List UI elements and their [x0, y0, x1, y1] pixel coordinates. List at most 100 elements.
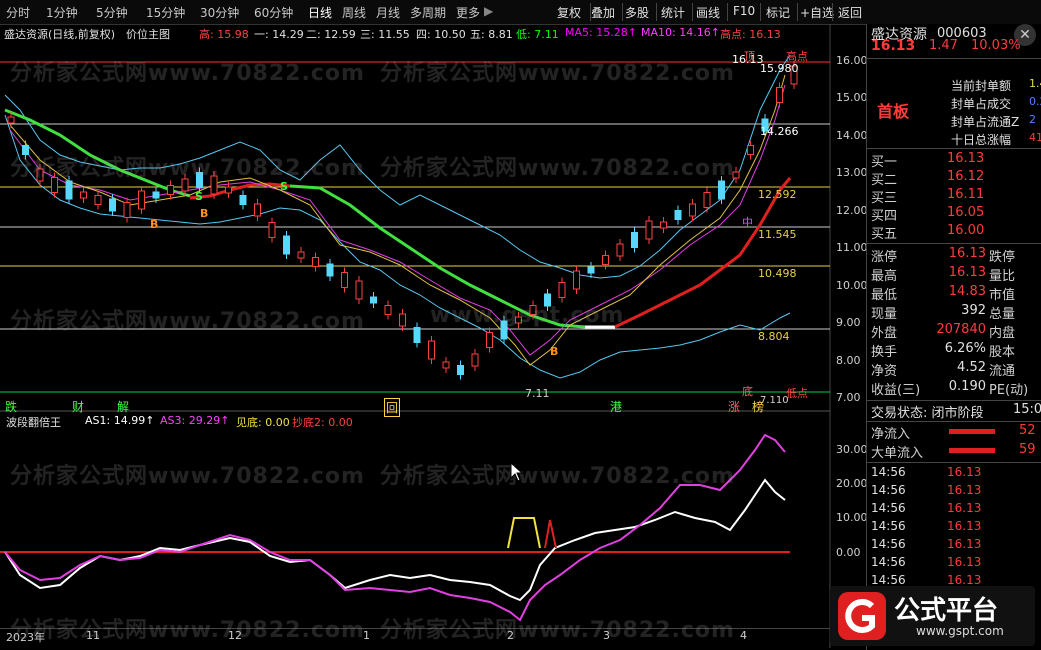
f10-button[interactable]: F10 [733, 4, 755, 18]
period-60min[interactable]: 60分钟 [254, 4, 293, 21]
candle [457, 365, 464, 375]
inflow-label: 净流入 [871, 427, 911, 442]
board-label: 首板 [877, 102, 910, 121]
period-fenshi[interactable]: 分时 [6, 4, 30, 21]
watermark: www.gspt.com [430, 303, 625, 328]
price-tick: 7.00 [836, 391, 861, 404]
add-watchlist-button[interactable]: +自选 [800, 4, 834, 21]
candle [312, 257, 319, 267]
price-tick: 13.00 [836, 166, 868, 179]
gspt-logo: 公式平台 www.gspt.com [830, 586, 1035, 646]
period-monthly[interactable]: 月线 [376, 4, 400, 21]
candle [297, 251, 305, 259]
diejia-button[interactable]: 叠加 [591, 4, 615, 21]
candle [355, 280, 363, 300]
x-tick: 4 [740, 629, 747, 642]
candle [123, 202, 131, 218]
candle [602, 255, 609, 265]
stat-label: 净资 [871, 364, 898, 379]
watermark: 分析家公式网www.70822.com [10, 309, 365, 334]
more-arrow-icon[interactable]: ▶ [484, 4, 493, 18]
price-tick: 8.00 [836, 354, 861, 367]
seal-val: 0.2 [1029, 95, 1041, 108]
candle [370, 296, 377, 304]
quote-panel: 盛达资源 000603 ✕ 16.13 1.47 10.03% 首板 当前封单额… [866, 24, 1041, 650]
candle [399, 313, 406, 327]
candle [283, 235, 290, 255]
period-multi[interactable]: 多周期 [410, 4, 446, 21]
logo-text: 公式平台 [894, 596, 999, 626]
price-tick: 11.00 [836, 241, 868, 254]
candle [718, 180, 725, 200]
stat-value: 207840 [936, 322, 986, 337]
huaxian-button[interactable]: 画线 [696, 4, 720, 21]
level-label-one: 14.266 [760, 125, 799, 138]
fuquan-button[interactable]: 复权 [557, 4, 581, 21]
tag-zhang[interactable]: 涨 [728, 398, 740, 415]
candle [442, 361, 450, 369]
period-daily[interactable]: 日线 [308, 4, 332, 21]
tick-time: 14:56 [871, 501, 906, 515]
tag-die[interactable]: 跌 [5, 398, 17, 415]
tick-price: 16.13 [947, 519, 982, 533]
tick-price: 16.13 [947, 537, 982, 551]
period-more[interactable]: 更多 [456, 4, 480, 21]
candle [326, 263, 334, 277]
candle [341, 272, 348, 288]
candle [268, 222, 276, 238]
tick-time: 14:56 [871, 555, 906, 569]
separator [622, 3, 623, 21]
sell-marker: S [195, 190, 203, 203]
stat-label-2: 流通 [989, 364, 1016, 379]
tag-cai[interactable]: 财 [72, 398, 84, 415]
seal-row: 封单占成交 [951, 97, 1012, 111]
stat-label: 最低 [871, 288, 898, 303]
period-5min[interactable]: 5分钟 [96, 4, 128, 21]
stat-label-2: 跌停 [989, 250, 1016, 265]
tick-price: 16.13 [947, 465, 982, 479]
tag-gang[interactable]: 港 [610, 398, 622, 415]
buy-marker: B [150, 218, 159, 231]
stat-label-2: 内盘 [989, 326, 1016, 341]
stat-row: 最高 16.13 量比 [867, 265, 1041, 285]
price-pct: 10.03% [971, 38, 1021, 53]
separator [797, 3, 798, 21]
period-30min[interactable]: 30分钟 [200, 4, 239, 21]
separator [832, 3, 833, 21]
stat-label: 现量 [871, 307, 898, 322]
order-price: 16.00 [947, 223, 985, 238]
biaoji-button[interactable]: 标记 [766, 4, 790, 21]
seal-val: 2 [1029, 113, 1036, 126]
candle [703, 192, 711, 208]
candle [776, 87, 783, 103]
stat-label-2: 量比 [989, 269, 1016, 284]
stat-label: 换手 [871, 345, 898, 360]
period-15min[interactable]: 15分钟 [146, 4, 185, 21]
period-1min[interactable]: 1分钟 [46, 4, 78, 21]
tongji-button[interactable]: 统计 [661, 4, 685, 21]
period-weekly[interactable]: 周线 [342, 4, 366, 21]
tick-row: 14:56 16.13 [867, 465, 1041, 483]
back-button[interactable]: 返回 [838, 4, 862, 21]
kline-chart[interactable] [0, 24, 865, 649]
tag-bang[interactable]: 榜 [752, 398, 764, 415]
candle [660, 221, 667, 229]
order-row[interactable]: 买五 16.00 [867, 223, 1041, 243]
tick-row: 14:56 16.13 [867, 519, 1041, 537]
duogu-button[interactable]: 多股 [625, 4, 649, 21]
tag-hui[interactable]: 回 [384, 398, 401, 417]
order-row[interactable]: 买四 16.05 [867, 205, 1041, 225]
inflow-row: 净流入 52 [867, 423, 1041, 443]
sub-indicator-name[interactable]: 波段翻倍王 [6, 414, 61, 430]
tag-jie[interactable]: 解 [117, 398, 129, 415]
candle [152, 191, 160, 199]
stat-label-2: 总量 [989, 307, 1016, 322]
order-row[interactable]: 买三 16.11 [867, 187, 1041, 207]
stat-label-2: 股本 [989, 345, 1016, 360]
order-row[interactable]: 买一 16.13 [867, 151, 1041, 171]
watermark: 分析家公式网www.70822.com [10, 618, 365, 643]
seal-val: 1.4 [1029, 77, 1041, 90]
candle [486, 332, 493, 348]
order-row[interactable]: 买二 16.12 [867, 169, 1041, 189]
tick-row: 14:56 16.13 [867, 483, 1041, 501]
